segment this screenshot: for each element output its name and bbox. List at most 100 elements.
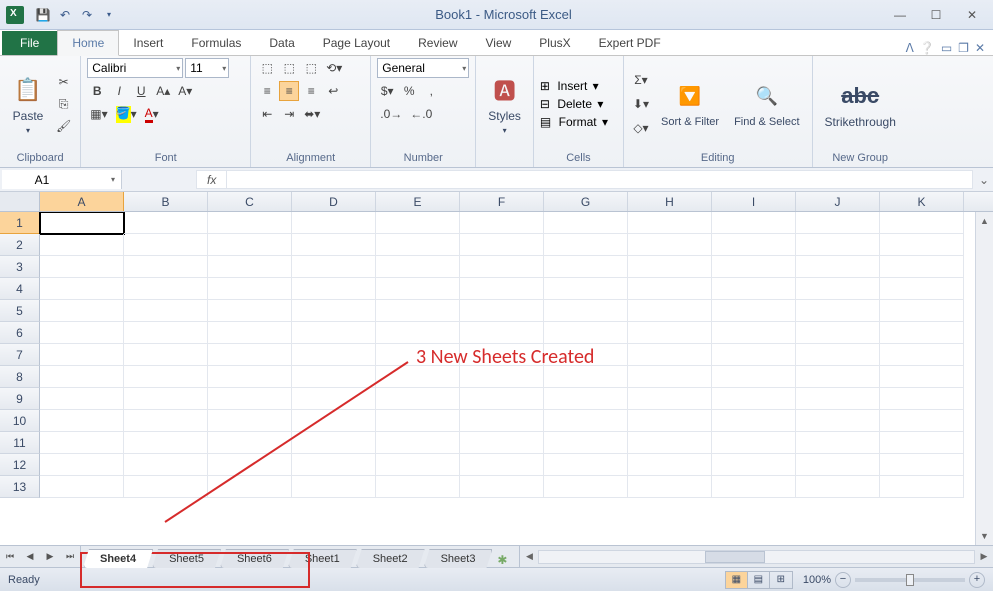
cell[interactable] bbox=[796, 278, 880, 300]
page-layout-view-button[interactable]: ▤ bbox=[748, 572, 770, 588]
cell[interactable] bbox=[712, 388, 796, 410]
cell[interactable] bbox=[292, 212, 376, 234]
cell[interactable] bbox=[880, 234, 964, 256]
cell[interactable] bbox=[544, 432, 628, 454]
merge-center-button[interactable]: ⬌▾ bbox=[301, 104, 323, 124]
cell[interactable] bbox=[796, 344, 880, 366]
cell[interactable] bbox=[712, 278, 796, 300]
column-header[interactable]: H bbox=[628, 192, 712, 211]
cell[interactable] bbox=[880, 388, 964, 410]
find-select-button[interactable]: 🔍 Find & Select bbox=[728, 77, 805, 132]
row-header[interactable]: 12 bbox=[0, 454, 40, 476]
tab-expert-pdf[interactable]: Expert PDF bbox=[585, 31, 675, 55]
cell[interactable] bbox=[460, 366, 544, 388]
scroll-down-icon[interactable]: ▼ bbox=[976, 527, 993, 545]
cell[interactable] bbox=[712, 234, 796, 256]
cell[interactable] bbox=[208, 410, 292, 432]
cell[interactable] bbox=[292, 256, 376, 278]
cell[interactable] bbox=[124, 366, 208, 388]
cell[interactable] bbox=[124, 300, 208, 322]
cell[interactable] bbox=[796, 212, 880, 234]
cell[interactable] bbox=[376, 366, 460, 388]
cell[interactable] bbox=[292, 388, 376, 410]
align-right-button[interactable]: ≡ bbox=[301, 81, 321, 101]
wrap-text-button[interactable]: ↩ bbox=[323, 81, 343, 101]
cell[interactable] bbox=[460, 432, 544, 454]
minimize-ribbon-icon[interactable]: ᐱ bbox=[906, 41, 914, 55]
tab-formulas[interactable]: Formulas bbox=[177, 31, 255, 55]
cell[interactable] bbox=[40, 322, 124, 344]
select-all-button[interactable] bbox=[0, 192, 40, 211]
cell[interactable] bbox=[796, 300, 880, 322]
cell[interactable] bbox=[460, 388, 544, 410]
row-header[interactable]: 9 bbox=[0, 388, 40, 410]
new-sheet-button[interactable]: ✱ bbox=[491, 553, 513, 567]
cell[interactable] bbox=[712, 300, 796, 322]
sheet-first-button[interactable]: ⏮ bbox=[0, 546, 20, 567]
tab-insert[interactable]: Insert bbox=[119, 31, 177, 55]
cell[interactable] bbox=[712, 432, 796, 454]
cell[interactable] bbox=[712, 454, 796, 476]
cell[interactable] bbox=[208, 212, 292, 234]
align-top-button[interactable]: ⬚ bbox=[257, 58, 277, 78]
cell[interactable] bbox=[208, 432, 292, 454]
cell[interactable] bbox=[628, 366, 712, 388]
cell[interactable] bbox=[40, 388, 124, 410]
cell[interactable] bbox=[628, 476, 712, 498]
scroll-track[interactable] bbox=[538, 550, 975, 564]
workbook-restore-icon[interactable]: ❐ bbox=[958, 41, 969, 55]
file-tab[interactable]: File bbox=[2, 31, 57, 55]
cell[interactable] bbox=[376, 454, 460, 476]
sheet-tab[interactable]: Sheet2 bbox=[356, 549, 425, 568]
cell[interactable] bbox=[376, 476, 460, 498]
increase-decimal-button[interactable]: .0→ bbox=[377, 104, 405, 124]
cell[interactable] bbox=[292, 322, 376, 344]
cell[interactable] bbox=[208, 344, 292, 366]
column-header[interactable]: G bbox=[544, 192, 628, 211]
undo-icon[interactable]: ↶ bbox=[56, 6, 74, 24]
sort-filter-button[interactable]: 🔽 Sort & Filter bbox=[655, 77, 725, 132]
cell[interactable] bbox=[628, 344, 712, 366]
cell[interactable] bbox=[544, 410, 628, 432]
cell[interactable] bbox=[208, 300, 292, 322]
normal-view-button[interactable]: ▦ bbox=[726, 572, 748, 588]
cell[interactable] bbox=[292, 234, 376, 256]
font-name-combo[interactable]: Calibri▾ bbox=[87, 58, 183, 78]
sheet-last-button[interactable]: ⏭ bbox=[60, 546, 80, 567]
page-break-view-button[interactable]: ⊞ bbox=[770, 572, 792, 588]
fx-icon[interactable]: fx bbox=[197, 171, 227, 188]
cell[interactable] bbox=[292, 410, 376, 432]
cell[interactable] bbox=[880, 432, 964, 454]
cell[interactable] bbox=[292, 432, 376, 454]
scroll-left-icon[interactable]: ◀ bbox=[520, 551, 538, 562]
cell[interactable] bbox=[460, 278, 544, 300]
autosum-button[interactable]: Σ▾ bbox=[630, 70, 652, 90]
sheet-next-button[interactable]: ▶ bbox=[40, 546, 60, 567]
cell[interactable] bbox=[208, 234, 292, 256]
cell[interactable] bbox=[628, 234, 712, 256]
row-header[interactable]: 1 bbox=[0, 212, 40, 234]
cell[interactable] bbox=[796, 234, 880, 256]
cell[interactable] bbox=[40, 344, 124, 366]
cell[interactable] bbox=[628, 212, 712, 234]
cell[interactable] bbox=[40, 300, 124, 322]
column-header[interactable]: A bbox=[40, 192, 124, 211]
orientation-button[interactable]: ⟲▾ bbox=[323, 58, 345, 78]
row-header[interactable]: 5 bbox=[0, 300, 40, 322]
cell[interactable] bbox=[544, 388, 628, 410]
tab-page-layout[interactable]: Page Layout bbox=[309, 31, 404, 55]
cell[interactable] bbox=[124, 388, 208, 410]
sheet-prev-button[interactable]: ◀ bbox=[20, 546, 40, 567]
cell[interactable] bbox=[292, 454, 376, 476]
column-header[interactable]: K bbox=[880, 192, 964, 211]
qat-customize-icon[interactable]: ▾ bbox=[100, 6, 118, 24]
cell[interactable] bbox=[544, 278, 628, 300]
cell[interactable] bbox=[544, 300, 628, 322]
scroll-right-icon[interactable]: ▶ bbox=[975, 551, 993, 562]
cell[interactable] bbox=[208, 388, 292, 410]
cell[interactable] bbox=[40, 366, 124, 388]
increase-font-button[interactable]: A▴ bbox=[153, 81, 173, 101]
cell[interactable] bbox=[208, 278, 292, 300]
cell[interactable] bbox=[124, 256, 208, 278]
cell[interactable] bbox=[712, 366, 796, 388]
